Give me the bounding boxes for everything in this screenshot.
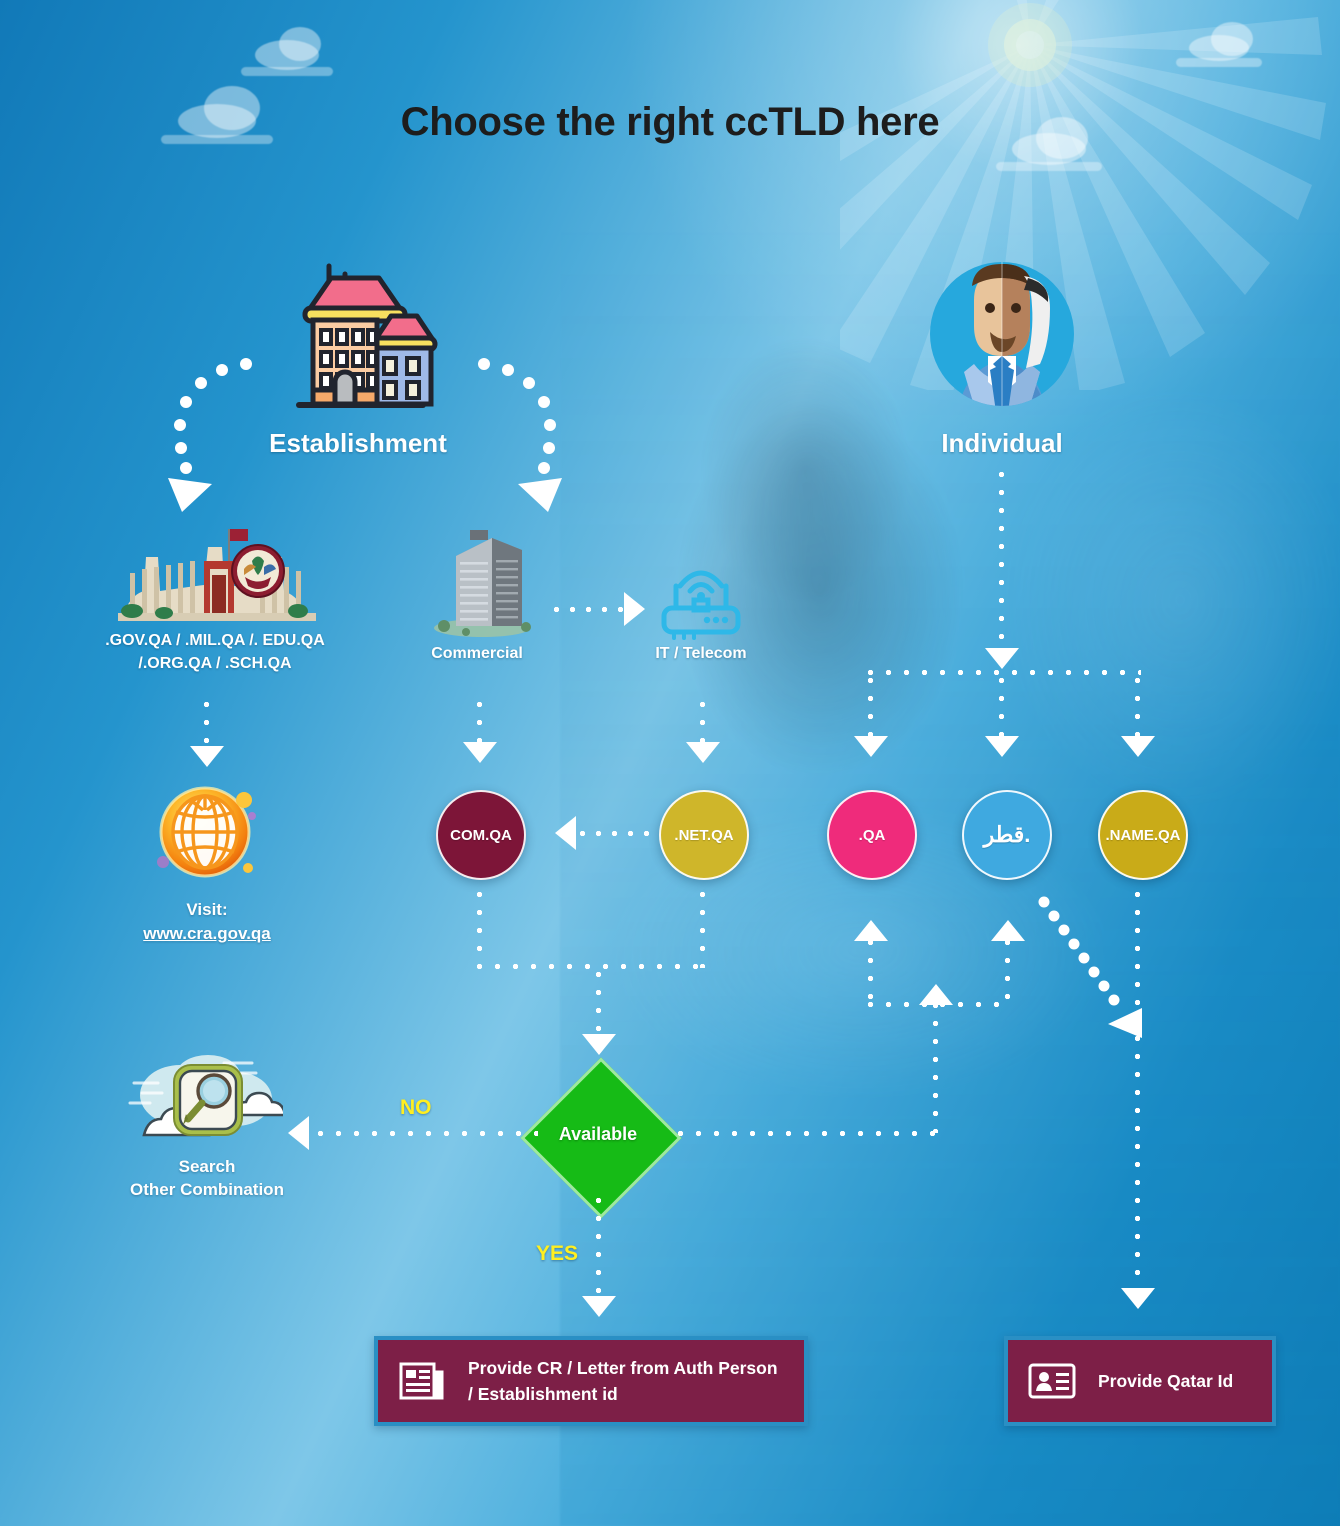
office-tower-icon: [434, 530, 531, 637]
arrow-down-icon: [985, 648, 1019, 669]
cloud-icon: [240, 27, 334, 76]
individual-label: Individual: [941, 428, 1063, 458]
connector-name-qa-down: [1133, 890, 1142, 1290]
arrow-left-icon: [555, 816, 576, 850]
commercial-label: Commercial: [431, 645, 523, 662]
establishment-requirement-box[interactable]: Provide CR / Letter from Auth Person / E…: [374, 1336, 808, 1426]
establishment-requirement-line2: / Establishment id: [468, 1384, 618, 1404]
individual-requirement-box[interactable]: Provide Qatar Id: [1004, 1336, 1276, 1426]
connector-to-name-qa: [1133, 676, 1142, 738]
page-title: Choose the right ccTLD here: [400, 100, 940, 144]
tld-qa[interactable]: .QA: [827, 790, 917, 880]
connector-to-qatar-ar: [997, 676, 1006, 738]
tld-com-qa-label: COM.QA: [450, 826, 512, 844]
connector-no-branch: [316, 1129, 538, 1138]
arrow-down-icon: [854, 736, 888, 757]
connector-com-down: [475, 890, 484, 968]
router-wifi-icon: [661, 570, 741, 640]
availability-decision-label: Available: [558, 1124, 638, 1144]
connector-com-net-merge: [475, 962, 707, 971]
arrow-down-icon: [1121, 736, 1155, 757]
connector-available-right-up: [931, 1001, 940, 1133]
establishment-branch-connector: [168, 358, 562, 512]
connector-commercial-down: [475, 700, 484, 744]
arrow-down-icon: [190, 746, 224, 767]
connector-up-to-qa: [866, 938, 875, 1000]
visit-url-link[interactable]: www.cra.gov.qa: [107, 924, 307, 944]
arrow-right-icon: [624, 592, 645, 626]
tld-net-qa-label: .NET.QA: [674, 826, 734, 844]
search-label-line2: Other Combination: [130, 1180, 284, 1199]
arrow-down-icon: [463, 742, 497, 763]
tld-name-qa[interactable]: .NAME.QA: [1098, 790, 1188, 880]
connector-up-to-qatar-ar: [1003, 938, 1012, 1000]
yes-label: YES: [536, 1242, 579, 1265]
connector-available-right: [676, 1129, 940, 1138]
tld-qa-label: .QA: [858, 826, 886, 844]
tld-net-qa[interactable]: .NET.QA: [659, 790, 749, 880]
cloud-icon: [1175, 22, 1263, 67]
establishment-requirement-line1: Provide CR / Letter from Auth Person: [468, 1357, 778, 1378]
no-label: NO: [400, 1096, 432, 1119]
it-telecom-label: IT / Telecom: [655, 645, 747, 662]
person-avatar-icon: [930, 262, 1074, 406]
search-cloud-icon: [128, 1055, 283, 1137]
document-newspaper-icon: [399, 1362, 444, 1400]
arrow-down-icon: [985, 736, 1019, 757]
arrow-down-icon: [686, 742, 720, 763]
gov-domains-line1: .GOV.QA / .MIL.QA /. EDU.QA: [105, 632, 325, 649]
tld-com-qa[interactable]: COM.QA: [436, 790, 526, 880]
connector-yes-branch: [594, 1196, 603, 1298]
tld-name-qa-label: .NAME.QA: [1105, 826, 1181, 844]
connector-qa-qatar-bus: [866, 1000, 1012, 1009]
visit-label: Visit:: [186, 900, 228, 919]
infographic-canvas: Choose the right ccTLD here Establishmen…: [0, 0, 1340, 1526]
connector-net-to-com: [578, 829, 656, 838]
arrow-down-icon: [582, 1296, 616, 1317]
connector-gov-to-globe: [202, 700, 211, 748]
connector-commercial-to-it: [552, 605, 626, 614]
individual-requirement-label: Provide Qatar Id: [1098, 1370, 1234, 1391]
arrow-up-icon: [854, 920, 888, 941]
connector-to-qa: [866, 676, 875, 738]
government-building-icon: [118, 529, 316, 621]
connector-individual-down: [997, 470, 1006, 650]
id-card-icon: [1028, 1363, 1076, 1399]
globe-icon: [157, 786, 256, 878]
connector-net-down: [698, 890, 707, 968]
tld-qatar-arabic[interactable]: قطر.: [962, 790, 1052, 880]
connector-it-down: [698, 700, 707, 744]
arrow-left-icon: [288, 1116, 309, 1150]
tld-qatar-arabic-label: قطر.: [983, 822, 1031, 847]
connector-merge-to-diamond: [594, 970, 603, 1036]
gov-domains-line2: /.ORG.QA / .SCH.QA: [138, 655, 292, 672]
arrow-down-icon: [1121, 1288, 1155, 1309]
search-label-line1: Search: [178, 1157, 236, 1176]
arrow-up-icon: [991, 920, 1025, 941]
arrow-down-icon: [582, 1034, 616, 1055]
